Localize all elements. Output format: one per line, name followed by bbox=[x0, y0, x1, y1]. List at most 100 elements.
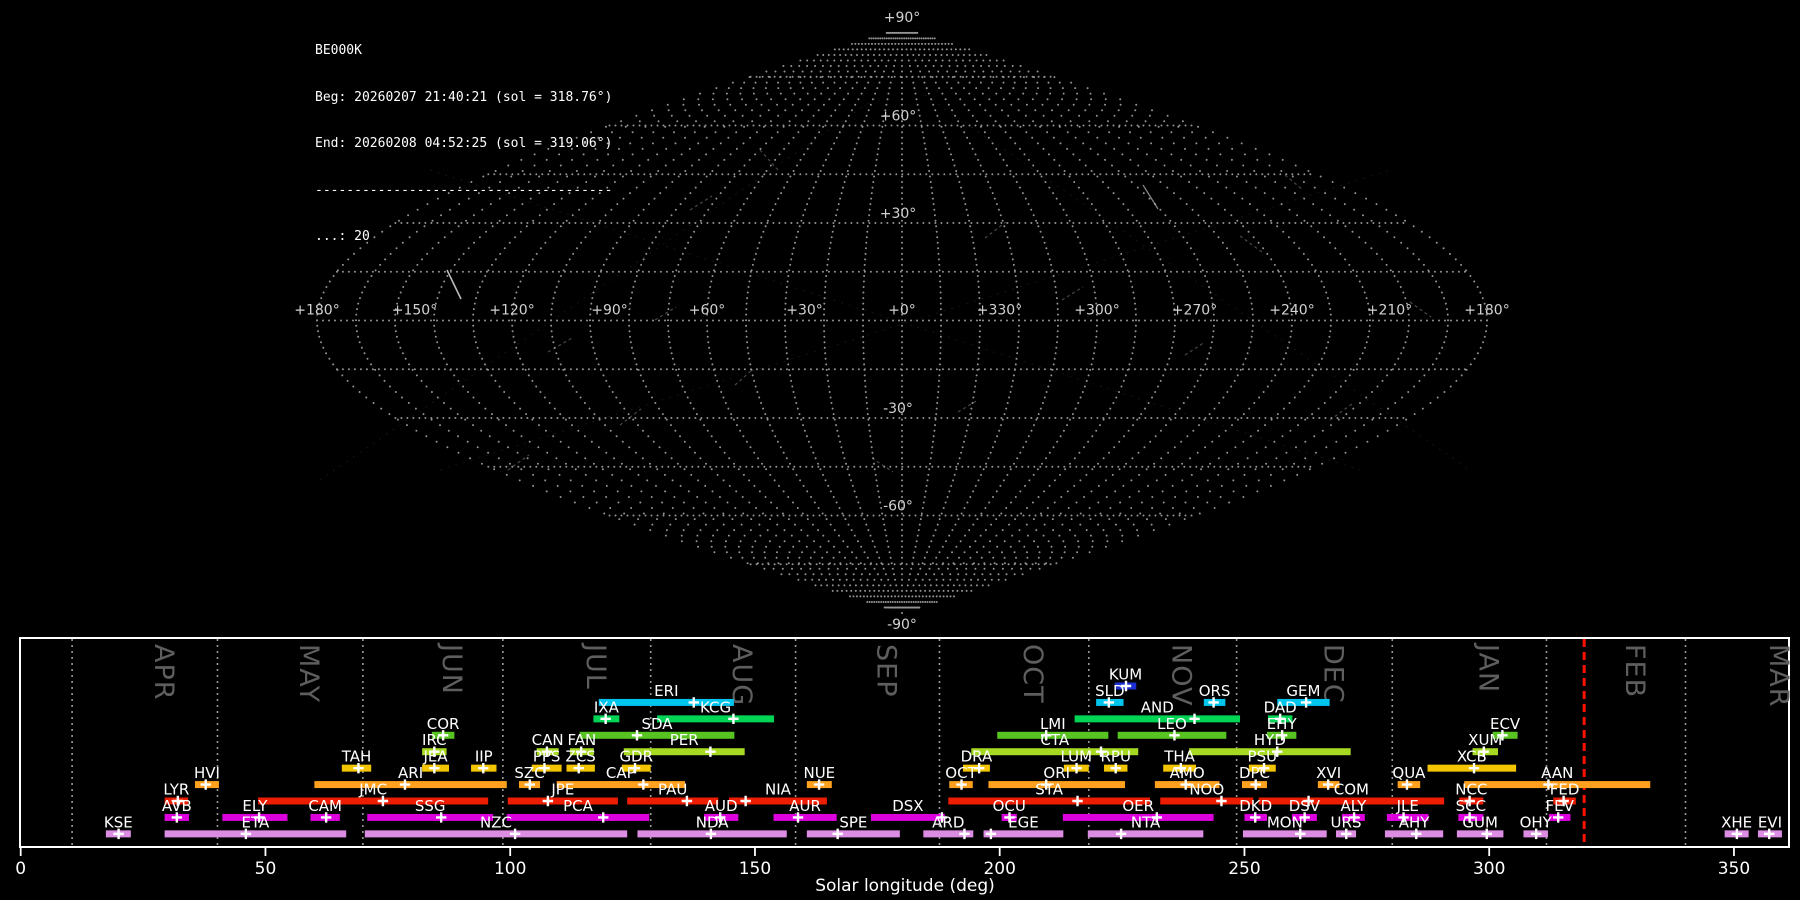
activity-bar bbox=[506, 813, 650, 821]
shower-code-label: EHY bbox=[1267, 715, 1298, 733]
peak-cross bbox=[688, 697, 699, 708]
peak-cross bbox=[1072, 795, 1083, 807]
month-label: MAR bbox=[1763, 644, 1794, 708]
row-red: LYR JMC JPE PAU NIA STA NOO COM NCC FED bbox=[163, 781, 1579, 807]
shower-OCT: OCT bbox=[945, 764, 978, 790]
shower-code-label: COM bbox=[1334, 781, 1369, 799]
shower-DPC: DPC bbox=[1239, 764, 1270, 790]
shower-code-label: NIA bbox=[765, 781, 792, 799]
shower-code-label: AMO bbox=[1170, 764, 1205, 782]
activity-bar bbox=[948, 797, 1150, 805]
shower-code-label: ARI bbox=[398, 764, 423, 782]
shower-code-label: JLE bbox=[1396, 797, 1419, 815]
activity-bar bbox=[314, 781, 507, 789]
shower-code-label: EGE bbox=[1008, 813, 1039, 831]
shower-ORS: ORS bbox=[1199, 682, 1230, 708]
shower-code-label: NZC bbox=[480, 813, 512, 831]
axis-tick-label: 300 bbox=[1473, 859, 1505, 879]
shower-code-label: ECV bbox=[1490, 715, 1521, 733]
shower-code-label: NTA bbox=[1131, 813, 1161, 831]
activity-bar bbox=[579, 731, 735, 739]
month-label: JUL bbox=[580, 642, 611, 690]
shower-code-label: GDR bbox=[619, 748, 653, 766]
shower-KSE: KSE bbox=[104, 813, 133, 840]
shower-RPU: RPU bbox=[1100, 748, 1131, 774]
shower-URS: URS bbox=[1331, 813, 1361, 840]
shower-code-label: NDA bbox=[696, 813, 730, 831]
shower-code-label: FAN bbox=[568, 731, 597, 749]
shower-code-label: IRC bbox=[422, 731, 447, 749]
shower-XCB: XCB bbox=[1427, 748, 1517, 774]
month-label: OCT bbox=[1017, 644, 1048, 704]
shower-OHY: OHY bbox=[1520, 813, 1553, 840]
meteor-count: ...: 20 bbox=[315, 229, 370, 244]
shower-code-label: GEM bbox=[1286, 682, 1320, 700]
end-time: End: 20260208 04:52:25 (sol = 319.06°) bbox=[315, 136, 613, 151]
shower-code-label: CAP bbox=[606, 764, 636, 782]
shower-code-label: STA bbox=[1035, 781, 1064, 799]
shower-code-label: ELY bbox=[242, 797, 268, 815]
separator-line: -------------------------------------- bbox=[315, 182, 613, 198]
shower-XHE: XHE bbox=[1721, 813, 1752, 840]
shower-code-label: AUR bbox=[789, 797, 821, 815]
shower-GUM: GUM bbox=[1456, 813, 1504, 840]
shower-code-label: AAN bbox=[1541, 764, 1573, 782]
shower-code-label: PPS bbox=[533, 748, 561, 766]
activity-timeline: APR MAY JUN JUL AUG SEP OCT NOV DEC JAN FEB MARKUME… bbox=[15, 637, 1794, 896]
shower-code-label: FEV bbox=[1546, 797, 1575, 815]
activity-bar bbox=[657, 715, 775, 723]
month-label: DEC bbox=[1317, 644, 1348, 704]
shower-code-label: NCC bbox=[1455, 781, 1487, 799]
shower-code-label: ZCS bbox=[566, 748, 596, 766]
shower-code-label: SDA bbox=[642, 715, 674, 733]
shower-ZCS: ZCS bbox=[566, 748, 596, 774]
shower-AVB: AVB bbox=[162, 797, 192, 823]
shower-code-label: LYR bbox=[163, 781, 189, 799]
activity-bar bbox=[1456, 830, 1504, 838]
month-label: APR bbox=[148, 644, 179, 701]
shower-code-label: ERI bbox=[654, 682, 678, 700]
shower-code-label: PSU bbox=[1248, 748, 1278, 766]
shower-code-label: HYD bbox=[1254, 731, 1286, 749]
peak-cross bbox=[598, 812, 609, 823]
shower-code-label: MON bbox=[1267, 813, 1303, 831]
axis-tick-label: 100 bbox=[494, 859, 526, 879]
row-plum: KSE ETA NZC NDA SPE ARD EGE NTA MON URS AHY GUM OHY X… bbox=[104, 813, 1782, 840]
shower-code-label: QUA bbox=[1392, 764, 1426, 782]
shower-code-label: LEO bbox=[1157, 715, 1187, 733]
shower-code-label: PCA bbox=[563, 797, 594, 815]
shower-SLD: SLD bbox=[1095, 682, 1125, 708]
x-axis: 0 50 100 150 200 250 300 350Solar longitude (de… bbox=[15, 847, 1750, 896]
shower-code-label: DPC bbox=[1239, 764, 1270, 782]
peak-cross bbox=[638, 779, 649, 790]
shower-IXA: IXA bbox=[593, 698, 620, 725]
shower-JEA: JEA bbox=[422, 748, 450, 774]
shower-code-label: HVI bbox=[194, 764, 220, 782]
screen: +90° -90° +60° +30° -30° -60° +180° +150° +120° +… bbox=[0, 0, 1800, 900]
shower-code-label: LMI bbox=[1040, 715, 1066, 733]
shower-code-label: OER bbox=[1122, 797, 1154, 815]
activity-bar bbox=[367, 813, 494, 821]
shower-code-label: CAN bbox=[532, 731, 564, 749]
axis-tick-label: 0 bbox=[15, 859, 26, 879]
station-code: BE000K bbox=[315, 43, 362, 58]
activity-bar bbox=[806, 830, 900, 838]
peak-cross bbox=[1189, 713, 1200, 725]
observation-info: BE000K Beg: 20260207 21:40:21 (sol = 318… bbox=[315, 12, 612, 276]
shower-TAH: TAH bbox=[341, 748, 372, 774]
shower-NUE: NUE bbox=[803, 764, 835, 790]
shower-code-label: SPE bbox=[839, 813, 867, 831]
month-label: AUG bbox=[726, 644, 757, 706]
shower-code-label: XCB bbox=[1457, 748, 1487, 766]
shower-code-label: TAH bbox=[341, 748, 372, 766]
activity-bar bbox=[1242, 830, 1327, 838]
shower-code-label: AND bbox=[1141, 698, 1174, 716]
shower-code-label: COR bbox=[427, 715, 460, 733]
shower-code-label: GUM bbox=[1462, 813, 1498, 831]
shower-code-label: AHY bbox=[1399, 813, 1431, 831]
month-label: NOV bbox=[1166, 644, 1197, 706]
shower-code-label: JPE bbox=[550, 781, 574, 799]
shower-code-label: KCG bbox=[700, 698, 731, 716]
shower-IIP: IIP bbox=[471, 748, 497, 774]
shower-code-label: DRA bbox=[961, 748, 993, 766]
